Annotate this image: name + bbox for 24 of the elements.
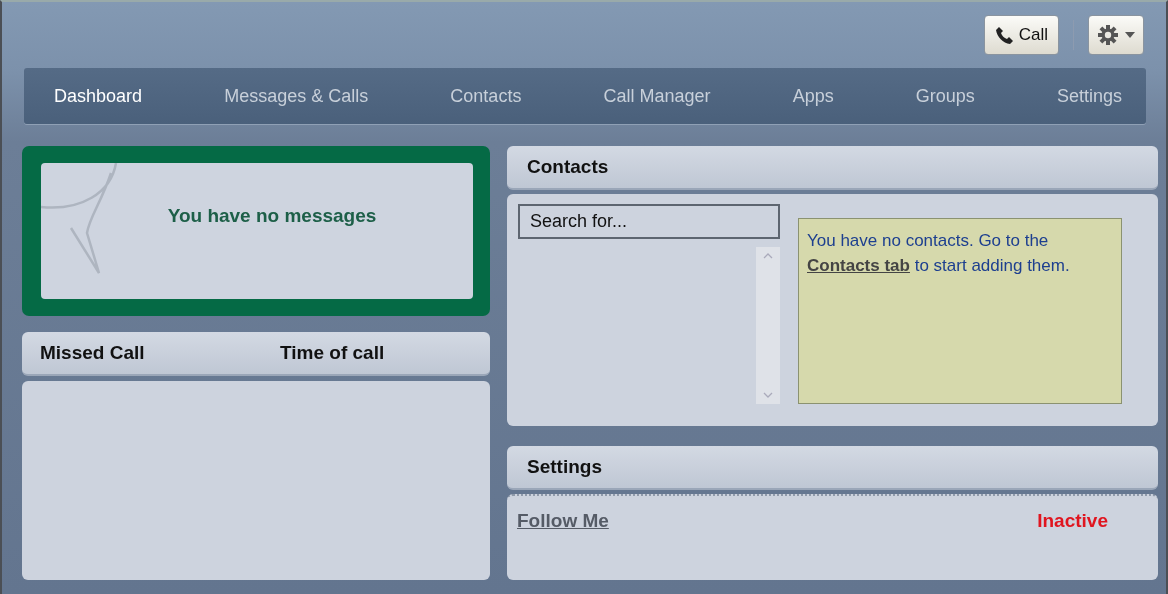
caret-icon [1125, 32, 1135, 38]
status-text: Inactive [1037, 510, 1108, 533]
contacts-tab-link[interactable]: Contacts tab [807, 255, 910, 275]
column-header: Missed Call [40, 342, 146, 364]
empty-messages-text: You have no messages [167, 205, 377, 228]
nav-tab[interactable]: Dashboard [54, 81, 143, 111]
scroll-down-icon [763, 392, 773, 398]
scrollbar[interactable] [756, 247, 780, 404]
no-contacts-notice: You have no contacts. Go to the Contacts tab to start adding them. [798, 218, 1122, 404]
nav-tab[interactable]: Messages & Calls [224, 81, 369, 111]
panel-title: Contacts [527, 156, 609, 178]
nav-tab[interactable]: Apps [792, 81, 834, 111]
nav-tab[interactable]: Settings [1056, 81, 1122, 111]
nav-tab[interactable]: Groups [915, 81, 975, 111]
nav-tab[interactable]: Call Manager [603, 81, 711, 111]
call-button[interactable]: Call [983, 15, 1059, 55]
scroll-up-icon [763, 253, 773, 259]
column-header: Time of call [280, 342, 385, 364]
settings-button[interactable] [1088, 15, 1144, 55]
phone-icon [994, 25, 1015, 45]
search-field[interactable]: Search for... [518, 204, 780, 239]
panel-title: Settings [527, 456, 602, 478]
setting-link[interactable]: Follow Me [517, 510, 609, 534]
nav-tab[interactable]: Contacts [450, 81, 522, 111]
